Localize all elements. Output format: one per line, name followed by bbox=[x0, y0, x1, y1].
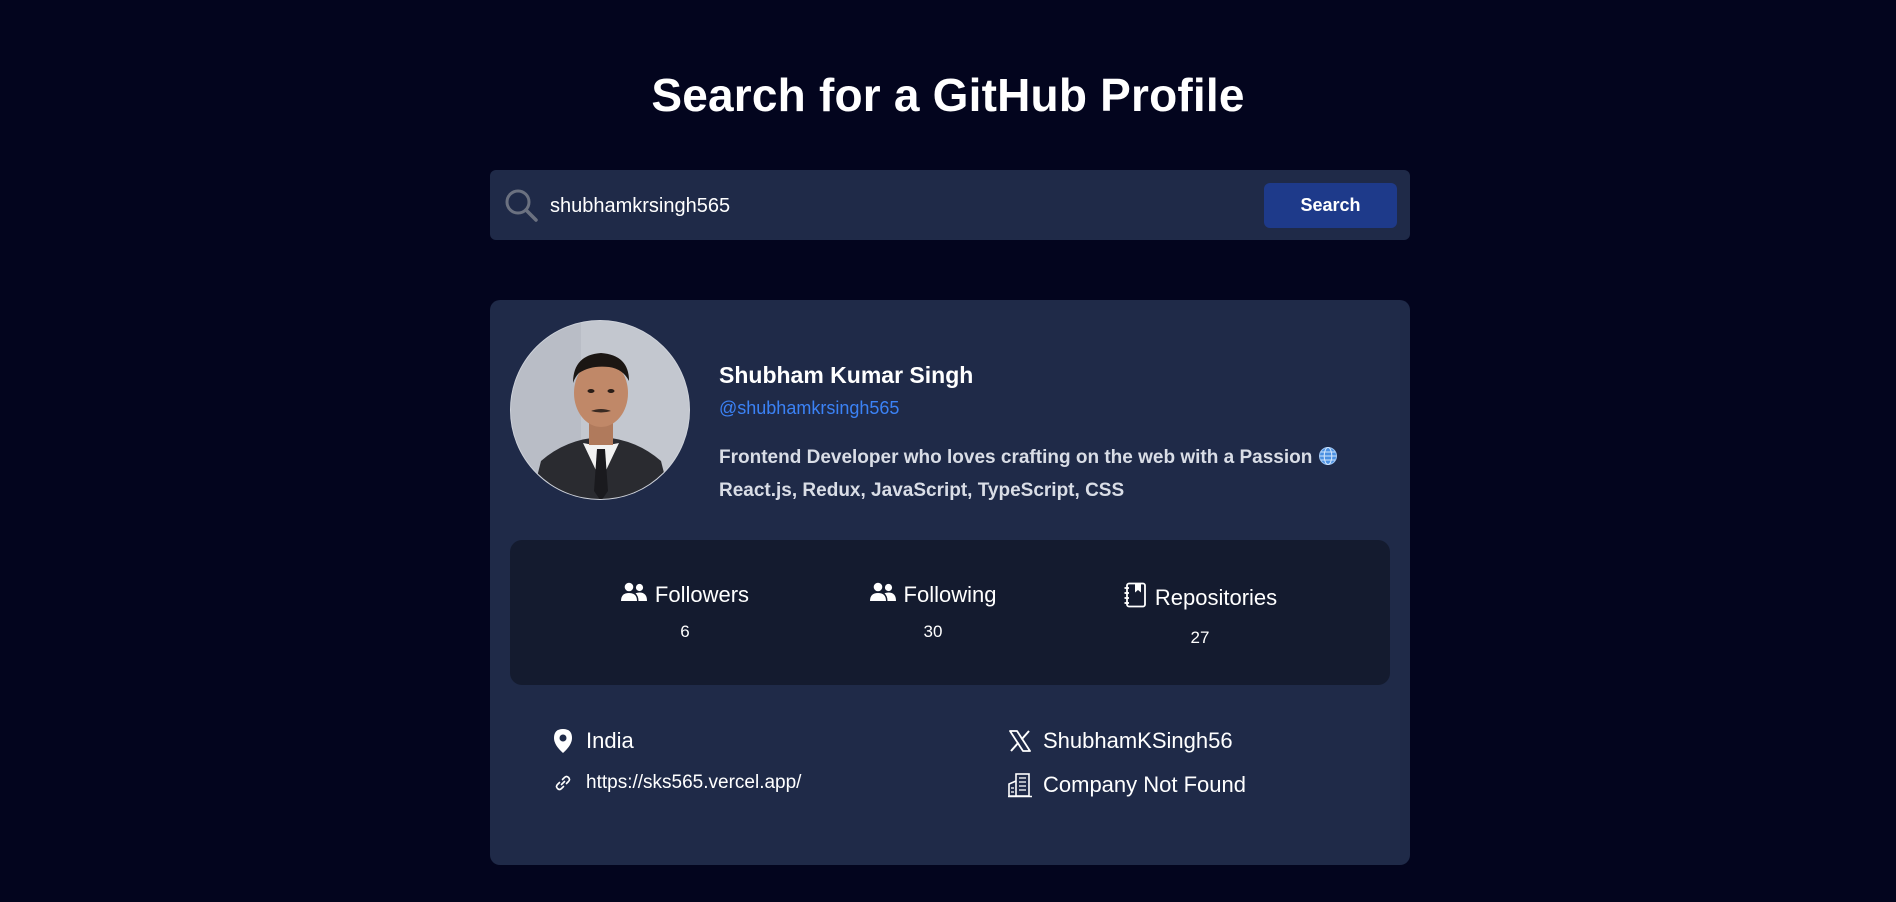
company-text: Company Not Found bbox=[1043, 772, 1246, 797]
followers-count: 6 bbox=[680, 622, 690, 641]
users-icon bbox=[620, 582, 647, 608]
globe-icon bbox=[1318, 446, 1338, 476]
location-item: India bbox=[550, 728, 634, 754]
followers-label: Followers bbox=[654, 582, 750, 607]
x-logo-icon bbox=[1007, 729, 1033, 753]
website-link[interactable]: https://sks565.vercel.app/ bbox=[586, 772, 801, 794]
profile-name: Shubham Kumar Singh bbox=[719, 362, 974, 388]
following-count: 30 bbox=[923, 622, 943, 641]
building-icon bbox=[1007, 772, 1033, 798]
profile-card: Shubham Kumar Singh @shubhamkrsingh565 F… bbox=[490, 300, 1410, 865]
twitter-handle[interactable]: ShubhamKSingh56 bbox=[1043, 728, 1233, 754]
stat-following: Following 30 bbox=[867, 582, 999, 642]
twitter-item[interactable]: ShubhamKSingh56 bbox=[1007, 728, 1233, 754]
bio-line-1: Frontend Developer who loves crafting on… bbox=[719, 447, 1313, 468]
location-pin-icon bbox=[550, 728, 576, 754]
company-item: Company Not Found bbox=[1007, 772, 1246, 798]
location-text: India bbox=[586, 728, 634, 753]
following-label: Following bbox=[903, 582, 997, 607]
avatar bbox=[510, 320, 690, 500]
link-icon bbox=[550, 774, 576, 792]
search-icon bbox=[503, 187, 539, 223]
book-icon bbox=[1123, 582, 1147, 614]
search-button[interactable]: Search bbox=[1264, 183, 1397, 228]
page: Search for a GitHub Profile Search bbox=[0, 0, 1896, 902]
profile-bio: Frontend Developer who loves crafting on… bbox=[719, 443, 1379, 506]
bio-line-2: React.js, Redux, JavaScript, TypeScript,… bbox=[719, 480, 1125, 501]
website-item[interactable]: https://sks565.vercel.app/ bbox=[550, 772, 801, 794]
users-icon bbox=[869, 582, 896, 608]
repositories-count: 27 bbox=[1190, 628, 1210, 647]
profile-handle-link[interactable]: @shubhamkrsingh565 bbox=[719, 398, 899, 419]
repositories-label: Repositories bbox=[1154, 585, 1278, 610]
stat-followers: Followers 6 bbox=[618, 582, 752, 642]
search-input[interactable] bbox=[548, 186, 1212, 226]
search-bar: Search bbox=[490, 170, 1410, 240]
stat-repositories: Repositories 27 bbox=[1120, 582, 1280, 648]
stats-panel: Followers 6 Following 30 Repositories 27 bbox=[510, 540, 1390, 685]
page-title: Search for a GitHub Profile bbox=[651, 69, 1245, 121]
